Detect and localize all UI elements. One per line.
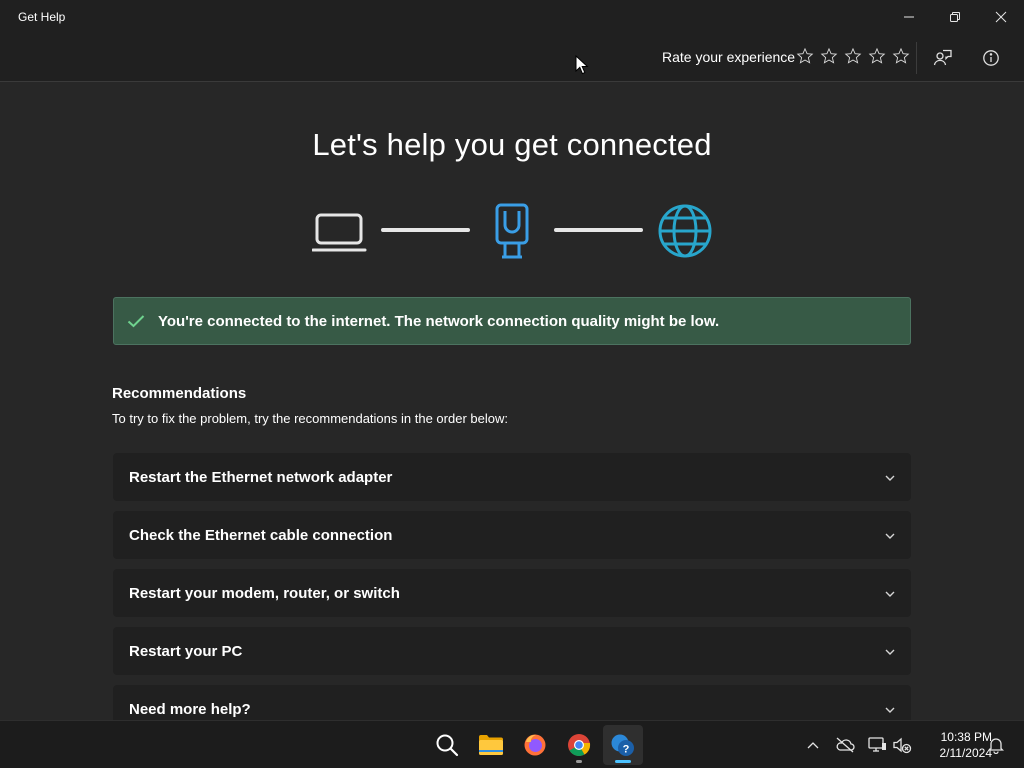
status-message: You're connected to the internet. The ne… [158,312,720,330]
main-content: Let's help you get connected You're conn… [0,83,1024,720]
laptop-icon [312,213,367,252]
info-icon [983,50,999,66]
volume-muted-icon [893,737,912,754]
recommendation-label: Need more help? [129,700,251,718]
window-title: Get Help [18,10,66,24]
rate-experience-label: Rate your experience [662,49,796,65]
clock-time: 10:38 PM [940,730,992,744]
chevron-down-icon [885,642,895,660]
recommendation-label: Restart your PC [129,642,243,660]
notifications-button[interactable] [984,733,1008,757]
recommendation-restart-pc[interactable]: Restart your PC [113,627,911,675]
taskbar-chrome[interactable] [559,725,599,765]
get-help-icon: ? [611,734,634,756]
mouse-cursor-icon [575,55,589,75]
file-explorer-icon [479,735,503,755]
taskbar-search-button[interactable] [427,725,467,765]
connection-line-2 [554,228,643,232]
recommendation-label: Restart your modem, router, or switch [129,584,400,602]
star-2-button[interactable] [819,46,839,66]
running-indicator [576,760,582,763]
chevron-down-icon [885,526,895,544]
star-icon [796,47,814,64]
firefox-icon [524,734,546,756]
chevron-down-icon [885,468,895,486]
onedrive-icon [836,737,855,753]
globe-icon [658,204,712,258]
checkmark-icon [114,314,158,328]
recommendation-restart-adapter[interactable]: Restart the Ethernet network adapter [113,453,911,501]
chevron-up-icon [807,742,819,749]
connection-status-banner: You're connected to the internet. The ne… [113,297,911,345]
recommendations-heading: Recommendations [112,385,247,402]
network-icon [868,737,886,752]
close-icon [995,11,1007,23]
feedback-button[interactable] [929,44,957,72]
bell-icon [988,738,1004,754]
volume-button[interactable] [890,733,914,757]
star-icon [820,47,838,64]
active-indicator [615,760,631,763]
restore-icon [950,12,960,22]
chevron-down-icon [885,700,895,718]
star-1-button[interactable] [795,46,815,66]
show-hidden-icons-button[interactable] [801,733,825,757]
star-icon [868,47,886,64]
recommendations-subtext: To try to fix the problem, try the recom… [112,411,508,426]
recommendation-label: Check the Ethernet cable connection [129,526,393,544]
app-header: Rate your experience [0,34,1024,82]
chrome-icon [568,734,591,756]
star-5-button[interactable] [891,46,911,66]
info-button[interactable] [977,44,1005,72]
minimize-icon [904,16,914,18]
ethernet-icon [495,203,529,259]
taskbar-get-help[interactable]: ? [603,725,643,765]
chevron-down-icon [885,584,895,602]
clock[interactable]: 10:38 PM 2/11/2024 [918,729,993,761]
connection-diagram [0,203,1024,259]
recommendation-more-help[interactable]: Need more help? [113,685,911,720]
title-bar: Get Help [0,0,1024,34]
feedback-icon [933,49,952,66]
taskbar: ? 10:38 PM 2/11/2024 [0,720,1024,768]
recommendation-label: Restart the Ethernet network adapter [129,468,393,486]
minimize-button[interactable] [886,4,932,30]
recommendation-restart-modem[interactable]: Restart your modem, router, or switch [113,569,911,617]
search-icon [436,734,459,757]
star-rating [795,46,911,66]
star-3-button[interactable] [843,46,863,66]
restore-button[interactable] [932,4,978,30]
header-divider [916,42,917,74]
connection-line-1 [381,228,470,232]
close-button[interactable] [978,4,1024,30]
star-4-button[interactable] [867,46,887,66]
page-title: Let's help you get connected [312,127,712,162]
taskbar-file-explorer[interactable] [471,725,511,765]
onedrive-button[interactable] [833,733,857,757]
taskbar-firefox[interactable] [515,725,555,765]
star-icon [844,47,862,64]
network-button[interactable] [865,733,889,757]
recommendation-check-cable[interactable]: Check the Ethernet cable connection [113,511,911,559]
clock-date: 2/11/2024 [939,746,993,760]
svg-text:?: ? [623,744,630,756]
star-icon [892,47,910,64]
